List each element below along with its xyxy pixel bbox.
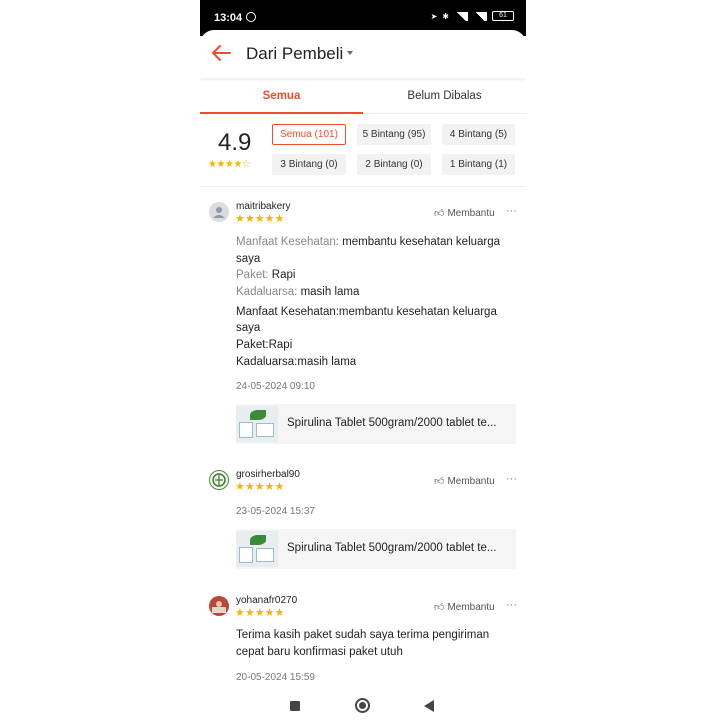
filter-chip-1-star[interactable]: 1 Bintang (1) — [442, 154, 515, 175]
review-attribute: saya — [236, 253, 261, 265]
review-text-line: Kadaluarsa:masih lama — [236, 356, 357, 368]
filter-chip-all[interactable]: Semua (101) — [272, 124, 346, 145]
signal-icon — [454, 11, 468, 21]
filter-chip-5-star[interactable]: 5 Bintang (95) — [357, 124, 431, 145]
review-text-line: Terima kasih paket sudah saya terima pen… — [236, 629, 490, 641]
filter-chip-3-star[interactable]: 3 Bintang (0) — [272, 154, 346, 175]
product-name: Spirulina Tablet 500gram/2000 tablet te.… — [287, 417, 497, 429]
review-date: 24-05-2024 09:10 — [236, 381, 315, 392]
review-username: grosirherbal90 — [236, 469, 300, 480]
thumbs-up-icon: 👍︎ — [434, 602, 445, 613]
review-text-line: saya — [236, 322, 261, 334]
product-card[interactable]: Spirulina Tablet 500gram/2000 tablet te.… — [236, 529, 516, 569]
thumbs-up-icon: 👍︎ — [434, 476, 445, 487]
review-stars: ★★★★★ — [235, 481, 285, 493]
helpful-button[interactable]: 👍︎ Membantu — [434, 475, 495, 488]
filter-chip-2-star[interactable]: 2 Bintang (0) — [357, 154, 431, 175]
avatar — [209, 202, 229, 222]
more-options-icon[interactable]: ··· — [506, 205, 517, 217]
signal-icon-2 — [473, 11, 487, 21]
product-thumbnail — [236, 531, 278, 567]
user-icon — [213, 207, 225, 218]
review-stars: ★★★★★ — [235, 213, 285, 225]
review-attribute: Paket: Rapi — [236, 269, 296, 281]
product-thumbnail — [236, 406, 278, 442]
nav-back-icon[interactable] — [424, 700, 434, 712]
review-text-line: Paket:Rapi — [236, 339, 293, 351]
product-name: Spirulina Tablet 500gram/2000 tablet te.… — [287, 542, 497, 554]
rating-summary: 4.9 ★★★★☆ Semua (101) 5 Bintang (95) 4 B… — [200, 115, 526, 187]
tab-belum-dibalas[interactable]: Belum Dibalas — [363, 80, 526, 114]
filter-chip-4-star[interactable]: 4 Bintang (5) — [442, 124, 515, 145]
helpful-label: Membantu — [447, 601, 495, 613]
helpful-button[interactable]: 👍︎ Membantu — [434, 207, 495, 220]
average-stars: ★★★★☆ — [208, 159, 251, 170]
helpful-label: Membantu — [447, 207, 495, 219]
home-icon[interactable] — [355, 698, 370, 713]
helpful-button[interactable]: 👍︎ Membantu — [434, 601, 495, 614]
phone-screen: 13:04 ➤ ✱ 61 Dari Pembeli Semua Belum Di… — [200, 0, 526, 726]
helpful-label: Membantu — [447, 475, 495, 487]
review-attribute: Kadaluarsa: masih lama — [236, 286, 360, 298]
alarm-icon — [246, 12, 256, 22]
avatar — [209, 596, 229, 616]
back-arrow-icon[interactable] — [210, 42, 232, 64]
herbal-logo-icon — [212, 473, 226, 487]
recent-apps-icon[interactable] — [290, 701, 300, 711]
status-time: 13:04 — [214, 12, 243, 24]
more-options-icon[interactable]: ··· — [506, 599, 517, 611]
more-options-icon[interactable]: ··· — [506, 473, 517, 485]
user-photo-icon — [212, 601, 226, 613]
review-username: yohanafr0270 — [236, 595, 298, 606]
thumbs-up-icon: 👍︎ — [434, 208, 445, 219]
review-date: 20-05-2024 15:59 — [236, 672, 315, 683]
app-header: Dari Pembeli — [200, 30, 526, 78]
chevron-down-icon[interactable] — [347, 51, 353, 55]
status-icons: ➤ ✱ 61 — [431, 11, 514, 21]
review-stars: ★★★★★ — [235, 607, 285, 619]
tab-semua[interactable]: Semua — [200, 80, 363, 114]
tab-bar: Semua Belum Dibalas — [200, 80, 526, 114]
avatar — [209, 470, 229, 490]
review-attribute: Manfaat Kesehatan: membantu kesehatan ke… — [236, 236, 501, 248]
review-text-line: cepat baru konfirmasi paket utuh — [236, 646, 403, 658]
product-card[interactable]: Spirulina Tablet 500gram/2000 tablet te.… — [236, 404, 516, 444]
system-nav-bar — [200, 690, 526, 726]
average-score: 4.9 — [218, 129, 252, 156]
battery-icon: 61 — [492, 11, 514, 21]
review-text-line: Manfaat Kesehatan:membantu kesehatan kel… — [236, 306, 497, 318]
bluetooth-icon: ✱ — [442, 11, 449, 21]
review-username: maitribakery — [236, 201, 291, 212]
review-date: 23-05-2024 15:37 — [236, 506, 315, 517]
page-title[interactable]: Dari Pembeli — [246, 44, 343, 64]
location-icon: ➤ — [430, 11, 438, 21]
